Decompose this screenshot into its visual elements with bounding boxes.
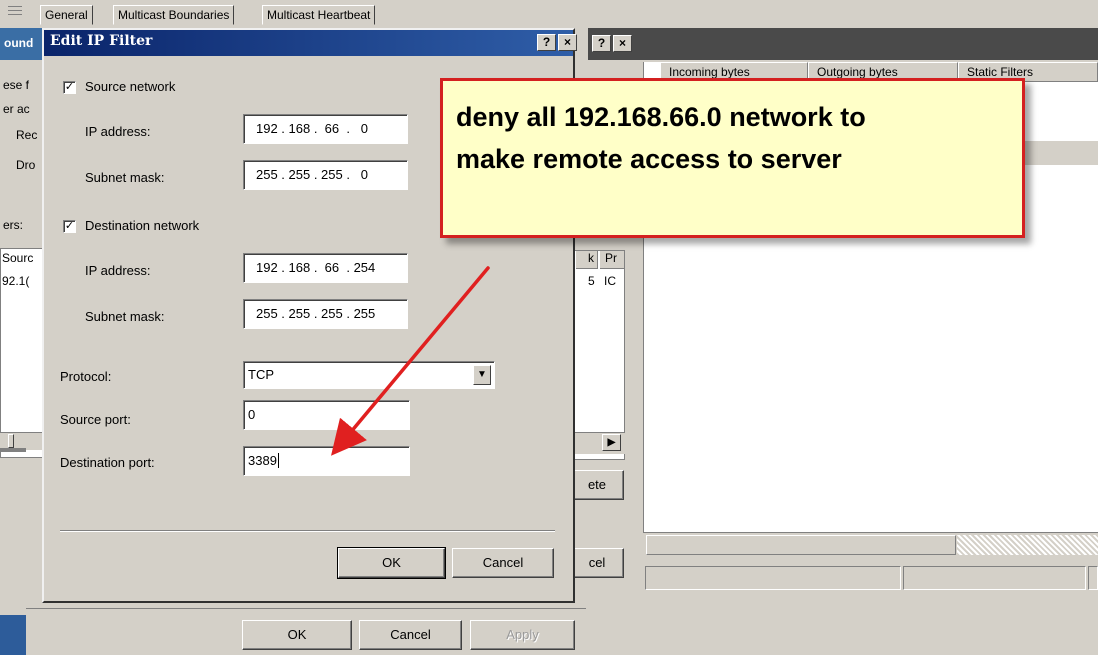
source-port-field[interactable]: 0 <box>243 400 410 430</box>
list-cell: 5 <box>588 274 595 288</box>
scrollbar-thumb[interactable] <box>646 535 956 555</box>
cancel-button-properties[interactable]: Cancel <box>359 620 462 650</box>
destination-mask-field[interactable]: 255 . 255 . 255 . 255 <box>243 299 408 329</box>
ok-button-properties[interactable]: OK <box>242 620 352 650</box>
menu-icon[interactable] <box>8 6 22 18</box>
scrollbar-thumb[interactable] <box>8 434 14 448</box>
chevron-down-icon: ▼ <box>477 369 487 380</box>
status-panel <box>645 566 901 590</box>
destination-network-checkbox[interactable]: ✓ <box>63 220 76 233</box>
delete-button[interactable]: ete <box>570 470 624 500</box>
text-cursor <box>277 453 279 468</box>
radio-option-fragment[interactable]: Dro <box>16 158 35 172</box>
help-button[interactable]: ? <box>592 35 611 52</box>
protocol-select[interactable]: TCP <box>243 361 495 389</box>
close-icon: × <box>618 36 626 50</box>
radio-option-fragment[interactable]: Rec <box>16 128 37 142</box>
destination-port-value: 3389 <box>248 453 277 468</box>
tab-multicast-boundaries[interactable]: Multicast Boundaries <box>113 5 235 25</box>
dialog-ok-button[interactable]: OK <box>337 547 446 579</box>
dialog-title: Edit IP Filter <box>50 33 153 49</box>
annotation-text: deny all 192.168.66.0 network to make re… <box>456 96 1016 180</box>
dialog-close-button[interactable]: × <box>558 34 577 51</box>
filters-list-continued[interactable] <box>570 250 625 460</box>
source-network-label: Source network <box>85 79 176 94</box>
status-panel <box>903 566 1086 590</box>
list-cell: IC <box>604 274 616 288</box>
source-ip-label: IP address: <box>85 124 151 139</box>
source-mask-field[interactable]: 255 . 255 . 255 . 0 <box>243 160 408 190</box>
source-port-label: Source port: <box>60 412 131 427</box>
source-network-checkbox[interactable]: ✓ <box>63 81 76 94</box>
text-fragment: er ac <box>3 102 30 116</box>
protocol-label: Protocol: <box>60 369 112 384</box>
destination-port-field[interactable]: 3389 <box>243 446 410 476</box>
list-column-header[interactable]: Sourc <box>2 251 33 265</box>
status-panel <box>1088 566 1098 590</box>
list-column-header[interactable]: Pr <box>600 251 624 269</box>
scroll-right-button[interactable]: ▶ <box>602 434 621 451</box>
source-ip-field[interactable]: 192 . 168 . 66 . 0 <box>243 114 408 144</box>
help-icon: ? <box>542 35 551 49</box>
annotation-line-1: deny all 192.168.66.0 network to <box>456 102 866 132</box>
destination-ip-field[interactable]: 192 . 168 . 66 . 254 <box>243 253 408 283</box>
protocol-value: TCP <box>248 367 274 382</box>
taskbar-fragment <box>0 615 26 655</box>
source-mask-label: Subnet mask: <box>85 170 165 185</box>
destination-ip-label: IP address: <box>85 263 151 278</box>
apply-button[interactable]: Apply <box>470 620 575 650</box>
dialog-cancel-button[interactable]: Cancel <box>452 548 554 578</box>
cancel-button-behind[interactable]: cel <box>570 548 624 578</box>
arrow-right-icon: ▶ <box>607 437 616 448</box>
divider <box>0 448 26 452</box>
destination-network-label: Destination network <box>85 218 200 233</box>
destination-port-label: Destination port: <box>60 455 155 470</box>
dialog-help-button[interactable]: ? <box>537 34 556 51</box>
list-column-header[interactable]: k <box>576 251 598 269</box>
properties-title-fragment: ound <box>4 36 34 50</box>
tab-general[interactable]: General <box>40 5 93 25</box>
text-fragment: ers: <box>3 218 24 232</box>
dialog-separator <box>60 530 555 532</box>
tab-multicast-heartbeat[interactable]: Multicast Heartbeat <box>262 5 376 25</box>
scrollbar-track[interactable] <box>957 535 1098 555</box>
protocol-dropdown-button[interactable]: ▼ <box>473 365 491 385</box>
close-icon: × <box>563 35 571 49</box>
close-button[interactable]: × <box>613 35 632 52</box>
text-fragment: ese f <box>3 78 30 92</box>
background-window-titlebar <box>585 28 1098 60</box>
destination-mask-label: Subnet mask: <box>85 309 165 324</box>
list-item[interactable]: 92.1( <box>2 274 29 288</box>
annotation-line-2: make remote access to server <box>456 144 842 174</box>
help-icon: ? <box>597 36 606 50</box>
